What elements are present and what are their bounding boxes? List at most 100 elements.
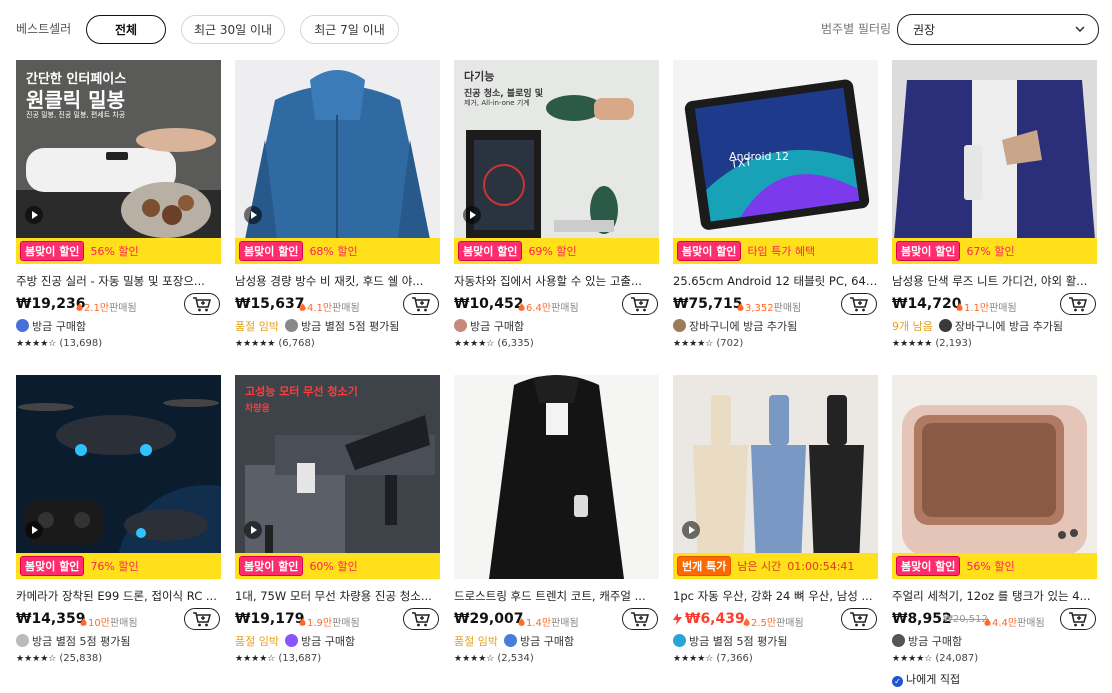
- product-title[interactable]: 25.65cm Android 12 태블릿 PC, 64GB ...: [673, 273, 878, 289]
- sold-label: 판매됨: [109, 303, 137, 314]
- promo-text: 68% 할인: [309, 245, 358, 258]
- price: ₩29,007: [454, 611, 524, 627]
- add-to-cart-button[interactable]: [1060, 608, 1096, 630]
- product-image[interactable]: TXT Android 12 봄맞이 할인 타임 특가 혜택: [673, 60, 878, 264]
- product-image[interactable]: 번개 특가 남은 시간 01:00:54:41: [673, 375, 878, 579]
- activity-row: 방금 별점 5점 평가됨: [673, 633, 878, 649]
- sort-select[interactable]: 권장: [897, 14, 1099, 45]
- avatar: [892, 634, 905, 647]
- sold-number: 4.4만: [992, 618, 1018, 629]
- star-rating: ★★★★☆: [235, 654, 276, 664]
- video-play-icon[interactable]: [25, 521, 43, 539]
- add-to-cart-button[interactable]: [184, 293, 220, 315]
- rating-row: ★★★★★ (2,193): [892, 338, 972, 349]
- video-play-icon[interactable]: [682, 521, 700, 539]
- cart-icon: [850, 297, 868, 312]
- promo-text: 56% 할인: [90, 245, 139, 258]
- product-card[interactable]: 다기능 진공 청소, 블로잉 및 제거, All-in-one 기계 봄맞이 할인 …: [454, 60, 659, 349]
- sold-label: 판매됨: [551, 303, 579, 314]
- add-to-cart-button[interactable]: [403, 608, 439, 630]
- video-play-icon[interactable]: [25, 206, 43, 224]
- add-to-cart-button[interactable]: [1060, 293, 1096, 315]
- product-title[interactable]: 카메라가 장착된 E99 드론, 접이식 RC ...: [16, 588, 221, 604]
- promo-banner: 봄맞이 할인 56% 할인: [16, 238, 221, 264]
- product-image[interactable]: [454, 375, 659, 579]
- sold-number: 6.4만: [526, 303, 552, 314]
- star-rating: ★★★★☆: [892, 654, 933, 664]
- promo-tag: 봄맞이 할인: [239, 556, 304, 576]
- product-card[interactable]: 고성능 모터 무선 청소기 차량용 봄맞이 할인 60% 할인 1대, 75W 모…: [235, 375, 440, 664]
- product-title[interactable]: 주얼리 세척기, 12oz 를 탱크가 있는 4...: [892, 588, 1097, 604]
- add-to-cart-button[interactable]: [841, 293, 877, 315]
- product-card[interactable]: 봄맞이 할인 56% 할인 주얼리 세척기, 12oz 를 탱크가 있는 4..…: [892, 375, 1097, 687]
- product-photo: [892, 375, 1097, 579]
- promo-text: 남은 시간: [737, 560, 782, 573]
- add-to-cart-button[interactable]: [622, 608, 658, 630]
- star-rating: ★★★★☆: [16, 654, 57, 664]
- product-card[interactable]: 봄맞이 할인 67% 할인 남성용 단색 루즈 니트 가디건, 야외 활... …: [892, 60, 1097, 349]
- product-image[interactable]: 간단한 인터페이스 원클릭 밀봉 진공 밀봉, 진공 밀봉, 편세트 차공 봄맞이 …: [16, 60, 221, 264]
- product-card[interactable]: 번개 특가 남은 시간 01:00:54:41 1pc 자동 우산, 강화 24…: [673, 375, 878, 664]
- sold-number: 1.1만: [964, 303, 990, 314]
- product-photo: [16, 375, 221, 579]
- product-photo: [235, 60, 440, 264]
- video-play-icon[interactable]: [463, 206, 481, 224]
- flame-icon: [737, 303, 744, 311]
- star-rating: ★★★★★: [235, 339, 276, 349]
- flame-icon: [956, 303, 963, 311]
- add-to-cart-button[interactable]: [184, 608, 220, 630]
- price-row: ₩14,359 10만판매됨: [16, 608, 221, 630]
- sold-count: 6.4만판매됨: [518, 299, 579, 314]
- add-to-cart-button[interactable]: [841, 608, 877, 630]
- product-title[interactable]: 남성용 경량 방수 비 재킷, 후드 쉘 야...: [235, 273, 440, 289]
- flame-icon: [299, 303, 306, 311]
- product-image[interactable]: 다기능 진공 청소, 블로잉 및 제거, All-in-one 기계 봄맞이 할인 …: [454, 60, 659, 264]
- filter-pill-all[interactable]: 전체: [86, 15, 166, 44]
- add-to-cart-button[interactable]: [622, 293, 658, 315]
- avatar: [673, 319, 686, 332]
- price-row: ₩14,720 1.1만판매됨: [892, 293, 1097, 315]
- video-play-icon[interactable]: [244, 206, 262, 224]
- product-image[interactable]: 봄맞이 할인 67% 할인: [892, 60, 1097, 264]
- product-image[interactable]: 고성능 모터 무선 청소기 차량용 봄맞이 할인 60% 할인: [235, 375, 440, 579]
- product-image[interactable]: 봄맞이 할인 76% 할인: [16, 375, 221, 579]
- cart-icon: [1069, 612, 1087, 627]
- filter-pill-7days[interactable]: 최근 7일 이내: [300, 15, 399, 44]
- filter-pill-30days[interactable]: 최근 30일 이내: [181, 15, 285, 44]
- review-count: (7,366): [716, 653, 753, 664]
- sort-select-value: 권장: [913, 23, 936, 37]
- video-play-icon[interactable]: [244, 521, 262, 539]
- product-image[interactable]: 봄맞이 할인 68% 할인: [235, 60, 440, 264]
- price-row: ₩19,236 2.1만판매됨: [16, 293, 221, 315]
- product-card[interactable]: TXT Android 12 봄맞이 할인 타임 특가 혜택 25.65cm A…: [673, 60, 878, 349]
- sold-count: 1.1만판매됨: [956, 299, 1017, 314]
- price-row: ₩29,007 1.4만판매됨: [454, 608, 659, 630]
- avatar: [284, 319, 298, 332]
- activity-text: 방금 구매함: [470, 320, 525, 333]
- review-count: (13,698): [59, 338, 103, 349]
- product-title[interactable]: 자동차와 집에서 사용할 수 있는 고출...: [454, 273, 659, 289]
- product-image-text-3: 제거, All-in-one 기계: [464, 99, 530, 107]
- product-image[interactable]: 봄맞이 할인 56% 할인: [892, 375, 1097, 579]
- promo-tag: 번개 특가: [677, 556, 732, 576]
- product-card[interactable]: 드로스트링 후드 트렌치 코트, 캐주얼 ... ₩29,007 1.4만판매됨…: [454, 375, 659, 664]
- avatar: [284, 634, 298, 647]
- product-title[interactable]: 주방 진공 실러 - 자동 밀봉 및 포장으...: [16, 273, 221, 289]
- product-card[interactable]: 봄맞이 할인 76% 할인 카메라가 장착된 E99 드론, 접이식 RC ..…: [16, 375, 221, 664]
- product-title[interactable]: 남성용 단색 루즈 니트 가디건, 야외 활...: [892, 273, 1097, 289]
- avatar: [16, 319, 29, 332]
- review-count: (25,838): [59, 653, 103, 664]
- price-row: ₩10,452 6.4만판매됨: [454, 293, 659, 315]
- product-title[interactable]: 드로스트링 후드 트렌치 코트, 캐주얼 ...: [454, 588, 659, 604]
- cart-icon: [1069, 297, 1087, 312]
- avatar: [16, 634, 29, 647]
- product-title[interactable]: 1대, 75W 모터 무선 차량용 진공 청소...: [235, 588, 440, 604]
- cart-icon: [412, 612, 430, 627]
- activity-row: 9개 남음 장바구니에 방금 추가됨: [892, 318, 1097, 334]
- shipping-note: ✓ 나에게 직접: [892, 671, 960, 687]
- product-card[interactable]: 간단한 인터페이스 원클릭 밀봉 진공 밀봉, 진공 밀봉, 편세트 차공 봄맞이 …: [16, 60, 221, 349]
- product-title[interactable]: 1pc 자동 우산, 강화 24 뼈 우산, 남성 ...: [673, 588, 878, 604]
- product-card[interactable]: 봄맞이 할인 68% 할인 남성용 경량 방수 비 재킷, 후드 쉘 야... …: [235, 60, 440, 349]
- add-to-cart-button[interactable]: [403, 293, 439, 315]
- activity-row: 장바구니에 방금 추가됨: [673, 318, 878, 334]
